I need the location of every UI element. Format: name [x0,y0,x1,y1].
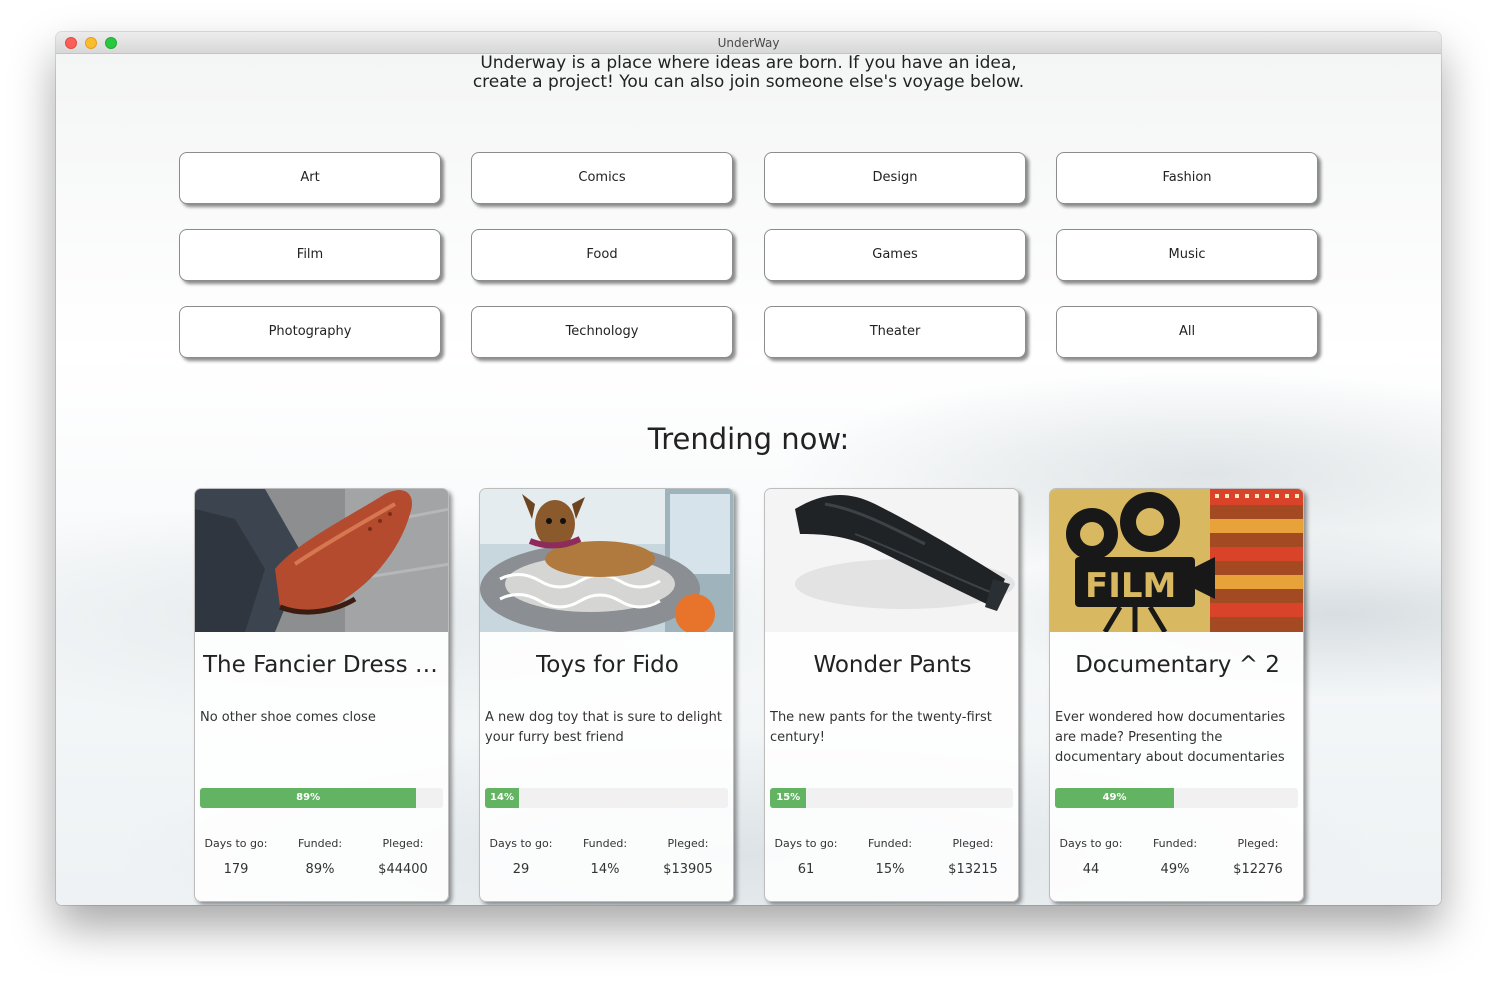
funded-label: Funded: [867,837,913,850]
days-to-go-label: Days to go: [1059,837,1123,850]
progress-fill: 89% [200,788,417,808]
days-to-go-value: 179 [223,862,249,877]
funding-progress-bar: 89% [200,788,443,808]
window-title: UnderWay [717,36,780,50]
funded-value: 89% [305,862,335,877]
title-bar: UnderWay [56,32,1441,54]
project-description: No other shoe comes close [200,710,376,725]
funded-value: 15% [875,862,905,877]
days-to-go-value: 44 [1082,862,1100,877]
funded-label: Funded: [582,837,628,850]
category-button-design[interactable]: Design [764,152,1026,204]
progress-fill: 49% [1055,788,1175,808]
days-to-go-label: Days to go: [489,837,553,850]
trending-heading: Trending now: [647,422,850,456]
pledged-label: Pleged: [952,837,994,850]
category-button-film[interactable]: Film [179,229,441,281]
category-button-art[interactable]: Art [179,152,441,204]
funded-label: Funded: [297,837,343,850]
project-card[interactable]: FILM Documentary ^ 2 Ever wondered how d… [1049,488,1304,902]
project-card[interactable]: Wonder Pants The new pants for the twent… [764,488,1019,902]
app-window: UnderWay Underway is a place where ideas… [56,32,1441,905]
funded-value: 49% [1160,862,1190,877]
pledged-label: Pleged: [667,837,709,850]
category-button-photography[interactable]: Photography [179,306,441,358]
minimize-window-button[interactable] [85,37,97,49]
project-description: The new pants for the twenty-first centu… [770,710,992,745]
category-button-theater[interactable]: Theater [764,306,1026,358]
funding-progress-bar: 15% [770,788,1013,808]
intro-text: Underway is a place where ideas are born… [472,54,1025,92]
progress-fill: 15% [770,788,807,808]
project-description: A new dog toy that is sure to delight yo… [485,710,722,745]
category-button-comics[interactable]: Comics [471,152,733,204]
film-camera-image: FILM [1050,489,1303,632]
maximize-window-button[interactable] [105,37,117,49]
project-title[interactable]: Documentary ^ 2 [1058,650,1297,680]
pledged-value: $12276 [1233,862,1283,877]
days-to-go-value: 61 [797,862,815,877]
progress-fill: 14% [485,788,520,808]
pledged-value: $13905 [663,862,713,877]
svg-text:FILM: FILM [1085,566,1176,606]
project-title[interactable]: Wonder Pants [773,650,1012,680]
page-content: Underway is a place where ideas are born… [56,54,1441,905]
dog-with-toy-image [480,489,733,632]
category-button-music[interactable]: Music [1056,229,1318,281]
pledged-value: $13215 [948,862,998,877]
days-to-go-label: Days to go: [204,837,268,850]
days-to-go-value: 29 [512,862,530,877]
pledged-label: Pleged: [382,837,424,850]
funding-progress-bar: 49% [1055,788,1298,808]
category-button-all[interactable]: All [1056,306,1318,358]
funded-label: Funded: [1152,837,1198,850]
days-to-go-label: Days to go: [774,837,838,850]
dress-shoe-image [195,489,448,632]
pledged-value: $44400 [378,862,428,877]
project-card[interactable]: The Fancier Dress Sh... No other shoe co… [194,488,449,902]
project-description: Ever wondered how documentaries are made… [1055,710,1286,765]
category-button-technology[interactable]: Technology [471,306,733,358]
funding-progress-bar: 14% [485,788,728,808]
pledged-label: Pleged: [1237,837,1279,850]
funded-value: 14% [590,862,620,877]
project-card[interactable]: Toys for Fido A new dog toy that is sure… [479,488,734,902]
project-title[interactable]: The Fancier Dress Sh... [203,650,442,680]
project-title[interactable]: Toys for Fido [488,650,727,680]
category-button-food[interactable]: Food [471,229,733,281]
category-button-games[interactable]: Games [764,229,1026,281]
close-window-button[interactable] [65,37,77,49]
category-button-fashion[interactable]: Fashion [1056,152,1318,204]
black-pants-image [765,489,1018,632]
